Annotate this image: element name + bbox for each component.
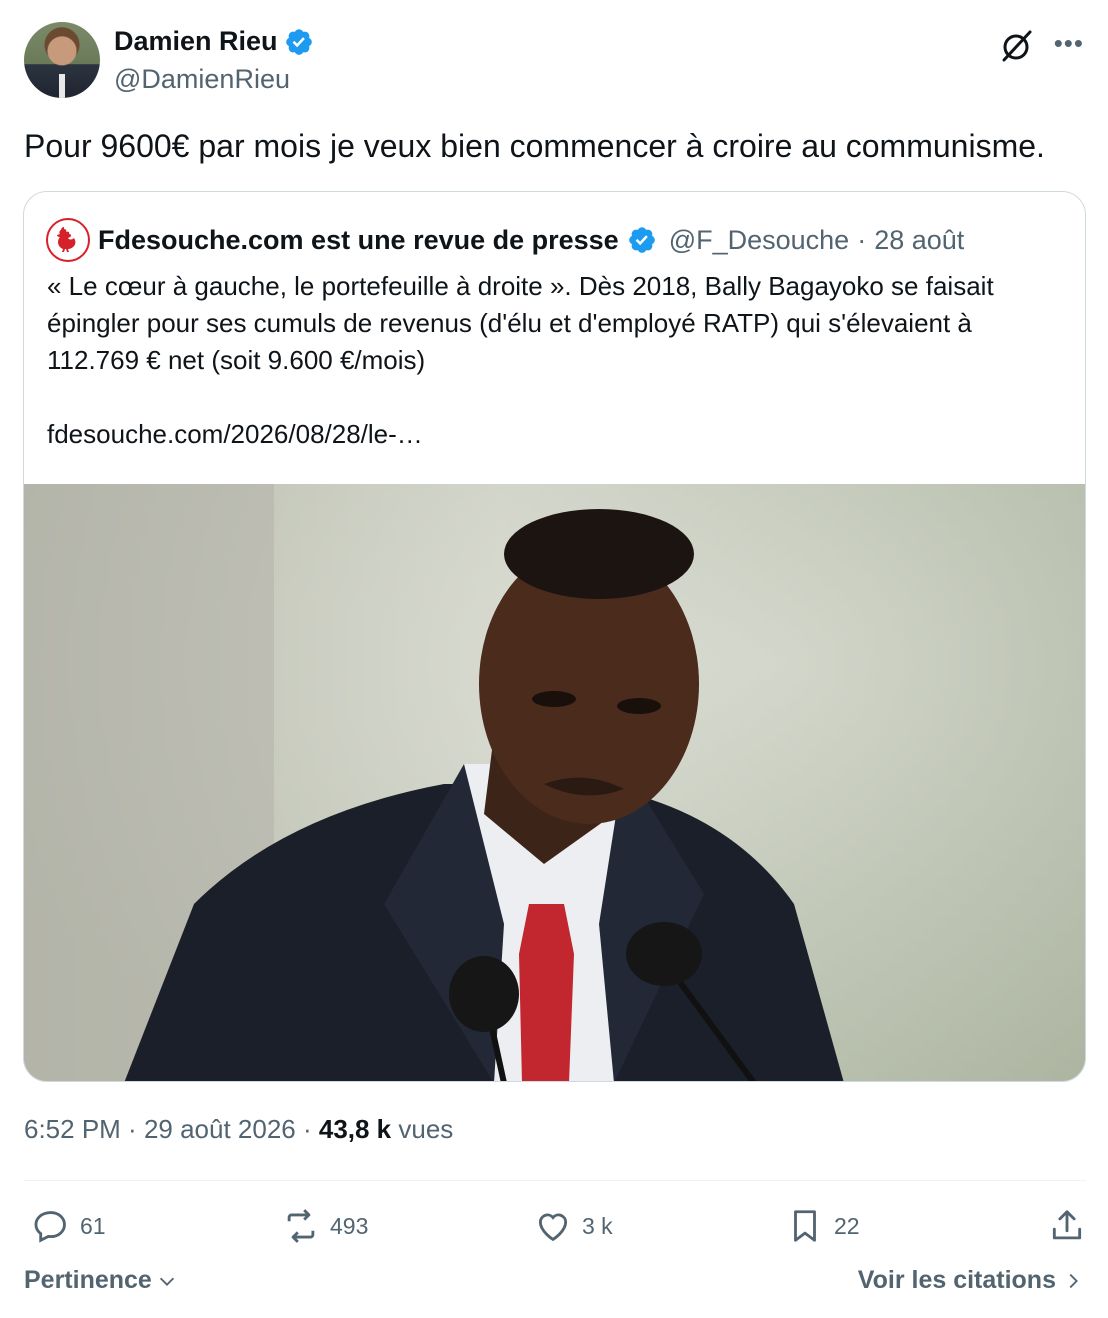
author-name-row: Damien Rieu [114,26,314,57]
tweet-date[interactable]: 29 août 2026 [144,1114,296,1144]
like-button[interactable]: 3 k [534,1198,613,1254]
quoted-avatar[interactable] [46,218,90,262]
more-icon[interactable]: ••• [1054,28,1084,59]
meta-separator: · [295,1114,319,1144]
reply-count: 61 [80,1212,106,1239]
views-count: 43,8 k [318,1114,392,1144]
bookmark-icon [794,1210,816,1242]
reply-icon [34,1211,66,1243]
author-avatar[interactable] [24,22,100,98]
speaker-photo-illustration [24,484,1085,1081]
quotes-label: Voir les citations [857,1266,1056,1294]
quoted-separator: · [857,224,867,255]
tweet-meta: 6:52 PM · 29 août 2026 · 43,8 k vues [24,1114,453,1145]
like-count: 3 k [582,1212,613,1239]
views-label: vues [391,1114,454,1144]
repost-button[interactable]: 493 [282,1198,368,1254]
view-quotes-link[interactable]: Voir les citations [858,1266,1084,1295]
heart-icon [538,1213,568,1242]
quoted-header: Fdesouche.com est une revue de presse @F… [46,218,964,262]
share-icon [1052,1210,1082,1240]
reply-button[interactable]: 61 [32,1198,106,1254]
chevron-down-icon [159,1277,174,1286]
quoted-display-name[interactable]: Fdesouche.com est une revue de presse [98,225,619,256]
verified-badge-icon [285,28,312,55]
quoted-link[interactable]: fdesouche.com/2026/08/28/le-… [47,419,423,450]
tweet-header: Damien Rieu @DamienRieu ••• [24,22,1084,100]
quoted-tweet[interactable]: Fdesouche.com est une revue de presse @F… [23,191,1086,1082]
tweet-text: Pour 9600€ par mois je veux bien commenc… [24,128,1045,164]
chevron-right-icon [1069,1273,1078,1288]
sort-dropdown[interactable]: Pertinence [24,1266,178,1295]
verified-badge-icon [628,227,655,253]
bookmark-count: 22 [834,1212,860,1239]
share-button[interactable] [1048,1198,1086,1254]
repost-icon [287,1209,315,1243]
grok-icon[interactable] [998,28,1034,64]
author-handle[interactable]: @DamienRieu [114,64,290,95]
action-bar: 61 493 3 k 22 [24,1198,1086,1254]
sort-label: Pertinence [24,1266,152,1294]
bookmark-button[interactable]: 22 [786,1198,860,1254]
quoted-date[interactable]: 28 août [874,225,964,256]
author-display-name[interactable]: Damien Rieu [114,26,278,57]
divider [24,1180,1086,1181]
rooster-icon [57,227,76,252]
quoted-text: « Le cœur à gauche, le portefeuille à dr… [47,271,994,375]
repost-count: 493 [330,1212,369,1239]
quoted-photo[interactable] [24,484,1085,1081]
meta-separator: · [120,1114,144,1144]
tweet-time[interactable]: 6:52 PM [24,1114,121,1144]
quoted-handle[interactable]: @F_Desouche [669,225,850,256]
